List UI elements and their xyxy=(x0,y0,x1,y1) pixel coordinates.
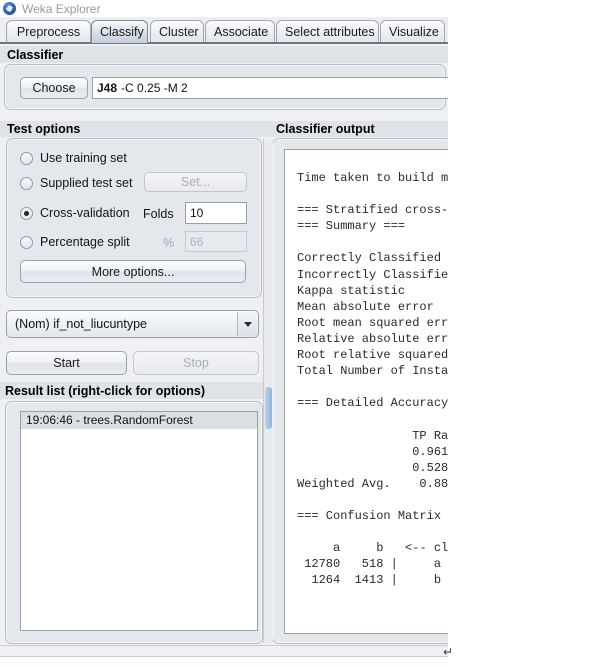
weka-bird-icon xyxy=(3,2,16,15)
tab-visualize[interactable]: Visualize xyxy=(380,20,445,43)
classifier-options: -C 0.25 -M 2 xyxy=(121,81,188,95)
choose-button[interactable]: Choose xyxy=(20,77,88,99)
classifier-output-text: Time taken to build mo === Stratified cr… xyxy=(297,171,448,588)
classifier-options-field[interactable]: J48 -C 0.25 -M 2 xyxy=(92,77,448,99)
radio-label-cross-validation: Cross-validation xyxy=(40,206,130,220)
set-button[interactable]: Set... xyxy=(144,172,247,192)
radio-circle-percentage-split xyxy=(20,235,33,249)
tab-bar: Preprocess Classify Cluster Associate Se… xyxy=(0,18,448,44)
classifier-section-label: Classifier xyxy=(7,48,64,62)
classifier-output-textarea[interactable]: Time taken to build mo === Stratified cr… xyxy=(284,149,448,634)
radio-label-supplied-test-set: Supplied test set xyxy=(40,176,133,190)
class-attribute-select[interactable]: (Nom) if_not_liucuntype xyxy=(6,310,259,338)
radio-circle-use-training-set xyxy=(20,151,33,165)
test-options-section-label: Test options xyxy=(7,122,81,136)
radio-label-use-training-set: Use training set xyxy=(40,151,127,165)
percentage-split-input[interactable]: 66 xyxy=(185,231,247,252)
tab-classify[interactable]: Classify xyxy=(91,20,148,43)
radio-circle-supplied-test-set xyxy=(20,176,33,190)
stop-button[interactable]: Stop xyxy=(133,351,259,375)
classifier-section-band xyxy=(0,46,448,63)
classifier-output-section-label: Classifier output xyxy=(276,122,375,136)
tab-select-attributes[interactable]: Select attributes xyxy=(276,20,379,43)
title-bar: Weka Explorer xyxy=(0,0,448,17)
radio-cross-validation[interactable]: Cross-validation xyxy=(20,206,130,220)
start-button[interactable]: Start xyxy=(6,351,127,375)
resize-grip-icon[interactable]: ↵ xyxy=(443,646,455,658)
window-bottom-edge xyxy=(0,645,448,657)
radio-percentage-split[interactable]: Percentage split xyxy=(20,235,130,249)
radio-label-percentage-split: Percentage split xyxy=(40,235,130,249)
classifier-name: J48 xyxy=(97,81,118,95)
radio-use-training-set[interactable]: Use training set xyxy=(20,151,127,165)
class-attribute-value: (Nom) if_not_liucuntype xyxy=(15,317,148,331)
tab-preprocess[interactable]: Preprocess xyxy=(6,20,91,43)
result-list-panel: 19:06:46 - trees.RandomForest xyxy=(5,401,263,644)
list-item[interactable]: 19:06:46 - trees.RandomForest xyxy=(21,412,257,429)
more-options-button[interactable]: More options... xyxy=(20,260,246,283)
percent-sign-label: % xyxy=(163,236,175,250)
radio-supplied-test-set[interactable]: Supplied test set xyxy=(20,176,132,190)
radio-circle-cross-validation xyxy=(20,206,33,220)
folds-label: Folds xyxy=(143,207,174,221)
result-list[interactable]: 19:06:46 - trees.RandomForest xyxy=(20,411,258,631)
folds-input[interactable]: 10 xyxy=(185,202,247,224)
scrollbar-thumb[interactable] xyxy=(265,387,272,429)
output-vertical-scrollbar[interactable] xyxy=(263,139,273,643)
tab-associate[interactable]: Associate xyxy=(205,20,275,43)
tab-cluster[interactable]: Cluster xyxy=(150,20,204,43)
weka-explorer-window: Weka Explorer Preprocess Classify Cluste… xyxy=(0,0,448,645)
classifier-output-panel: Time taken to build mo === Stratified cr… xyxy=(272,138,448,644)
window-title: Weka Explorer xyxy=(22,1,101,16)
chevron-down-icon[interactable] xyxy=(237,312,257,336)
result-list-section-label: Result list (right-click for options) xyxy=(5,384,206,398)
